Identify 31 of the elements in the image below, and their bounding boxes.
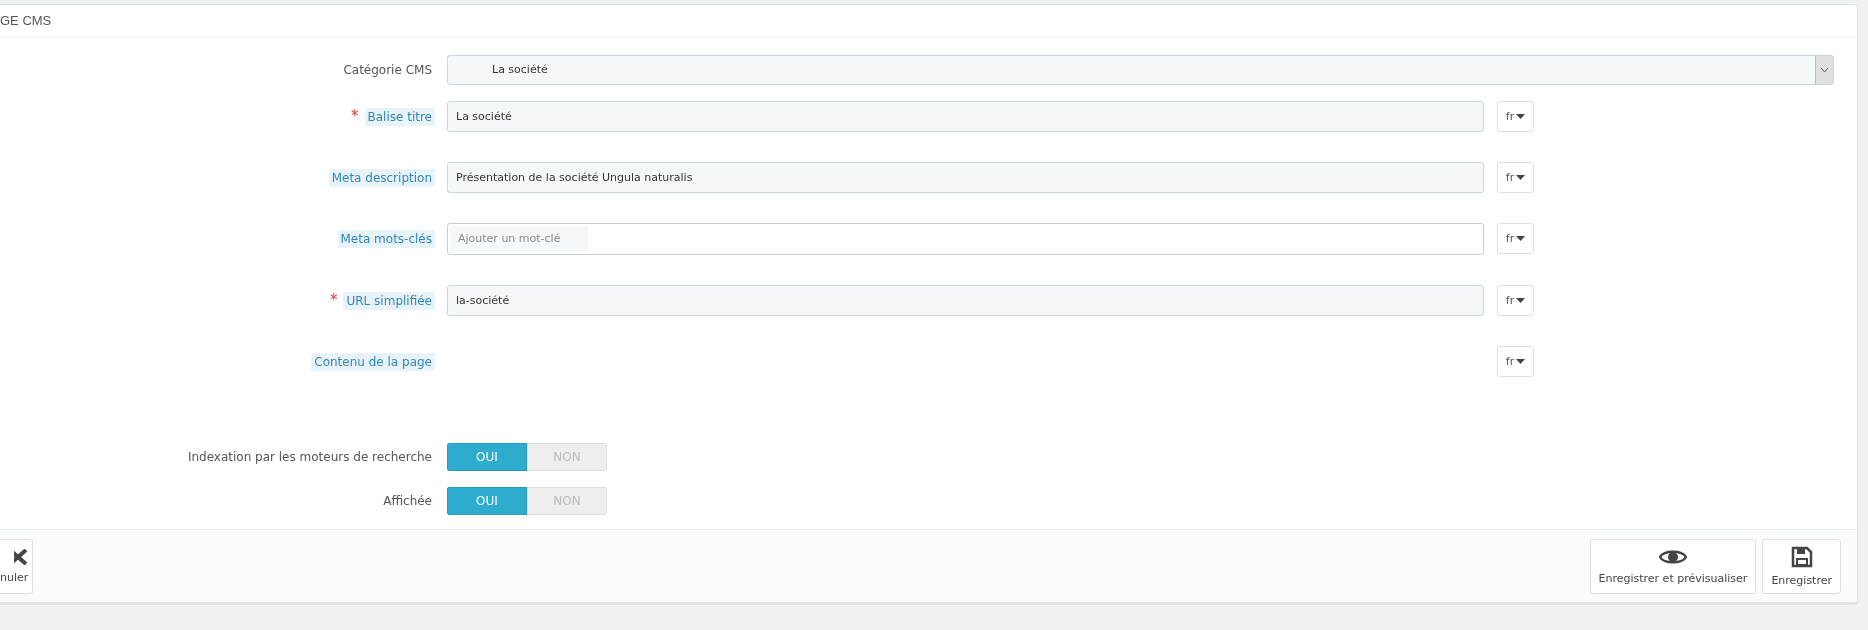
- language-dropdown[interactable]: fr: [1497, 285, 1534, 316]
- field-label: Catégorie CMS: [342, 61, 433, 79]
- field-label: Contenu de la page: [311, 352, 435, 371]
- close-icon: [14, 548, 29, 565]
- language-dropdown[interactable]: fr: [1497, 101, 1534, 132]
- language-dropdown[interactable]: fr: [1497, 162, 1534, 193]
- language-dropdown[interactable]: fr: [1497, 346, 1534, 377]
- text-field[interactable]: Présentation de la société Ungula naturalis: [447, 162, 1484, 193]
- field-label: Indexation par les moteurs de recherche: [186, 449, 433, 466]
- keywords-field[interactable]: Ajouter un mot-clé: [447, 222, 1484, 255]
- category-select[interactable]: La société: [447, 54, 1834, 85]
- field-label: Meta mots-clés: [337, 229, 435, 248]
- field-label: Balise titre: [364, 107, 435, 126]
- caret-down-icon: [1516, 236, 1526, 241]
- cancel-button[interactable]: nuler: [0, 538, 34, 594]
- field-label: URL simplifiée: [343, 291, 435, 310]
- required-asterisk: *: [351, 109, 359, 124]
- caret-down-icon: [1516, 359, 1526, 364]
- caret-down-icon: [1516, 175, 1526, 180]
- field-label: Affichée: [382, 493, 433, 510]
- language-dropdown[interactable]: fr: [1497, 223, 1534, 254]
- required-asterisk: *: [330, 293, 338, 308]
- chevron-down-icon[interactable]: [1815, 55, 1833, 84]
- save-and-preview-button[interactable]: Enregistrer et prévisualiser: [1589, 538, 1757, 594]
- text-field[interactable]: la-société: [447, 285, 1484, 316]
- panel-title: GE CMS: [0, 13, 52, 28]
- field-label: Meta description: [328, 168, 435, 187]
- caret-down-icon: [1516, 298, 1526, 303]
- text-field[interactable]: La société: [447, 101, 1484, 132]
- save-button[interactable]: Enregistrer: [1762, 538, 1841, 594]
- caret-down-icon: [1516, 114, 1526, 119]
